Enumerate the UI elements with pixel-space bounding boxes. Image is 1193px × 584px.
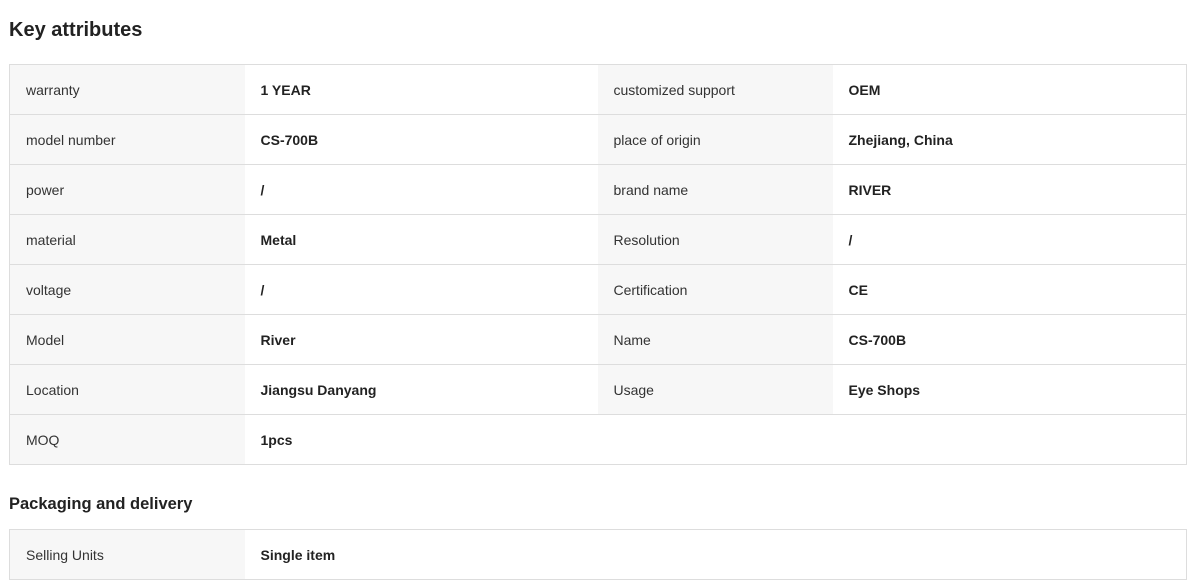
attribute-label: power — [9, 164, 245, 215]
attribute-value: Single item — [244, 529, 1187, 580]
attribute-row: material Metal Resolution / — [9, 214, 1187, 265]
attribute-label: brand name — [597, 164, 833, 215]
attribute-value: CS-700B — [832, 314, 1187, 365]
attribute-label: Name — [597, 314, 833, 365]
attribute-value: River — [244, 314, 598, 365]
attribute-value: 1pcs — [244, 414, 598, 465]
attribute-label: model number — [9, 114, 245, 165]
attribute-label: MOQ — [9, 414, 245, 465]
attribute-label: customized support — [597, 64, 833, 115]
packaging-table: Selling Units Single item — [9, 529, 1188, 580]
attribute-value: Jiangsu Danyang — [244, 364, 598, 415]
packaging-title: Packaging and delivery — [9, 495, 193, 513]
attribute-value: Metal — [244, 214, 598, 265]
attribute-value: OEM — [832, 64, 1187, 115]
attribute-label: place of origin — [597, 114, 833, 165]
attribute-value: RIVER — [832, 164, 1187, 215]
attribute-value: / — [832, 214, 1187, 265]
attribute-value: CS-700B — [244, 114, 598, 165]
attribute-label: Certification — [597, 264, 833, 315]
empty-cell — [597, 414, 1187, 465]
attribute-row: Model River Name CS-700B — [9, 314, 1187, 365]
attribute-label: Location — [9, 364, 245, 415]
attribute-value: / — [244, 264, 598, 315]
attribute-label: warranty — [9, 64, 245, 115]
attribute-label: Resolution — [597, 214, 833, 265]
attribute-value: / — [244, 164, 598, 215]
key-attributes-table: warranty 1 YEAR customized support OEM m… — [9, 64, 1187, 465]
attribute-label: voltage — [9, 264, 245, 315]
attribute-row: model number CS-700B place of origin Zhe… — [9, 114, 1187, 165]
attribute-row: MOQ 1pcs — [9, 414, 1187, 465]
attribute-row: warranty 1 YEAR customized support OEM — [9, 64, 1187, 115]
attribute-label: Selling Units — [9, 529, 245, 580]
attribute-value: Zhejiang, China — [832, 114, 1187, 165]
attribute-value: 1 YEAR — [244, 64, 598, 115]
attribute-row: voltage / Certification CE — [9, 264, 1187, 315]
attribute-row: Location Jiangsu Danyang Usage Eye Shops — [9, 364, 1187, 415]
key-attributes-title: Key attributes — [9, 19, 143, 41]
attribute-row: Selling Units Single item — [9, 529, 1187, 580]
attribute-value: Eye Shops — [832, 364, 1187, 415]
attribute-value: CE — [832, 264, 1187, 315]
attribute-label: material — [9, 214, 245, 265]
attribute-row: power / brand name RIVER — [9, 164, 1187, 215]
attribute-label: Usage — [597, 364, 833, 415]
attribute-label: Model — [9, 314, 245, 365]
